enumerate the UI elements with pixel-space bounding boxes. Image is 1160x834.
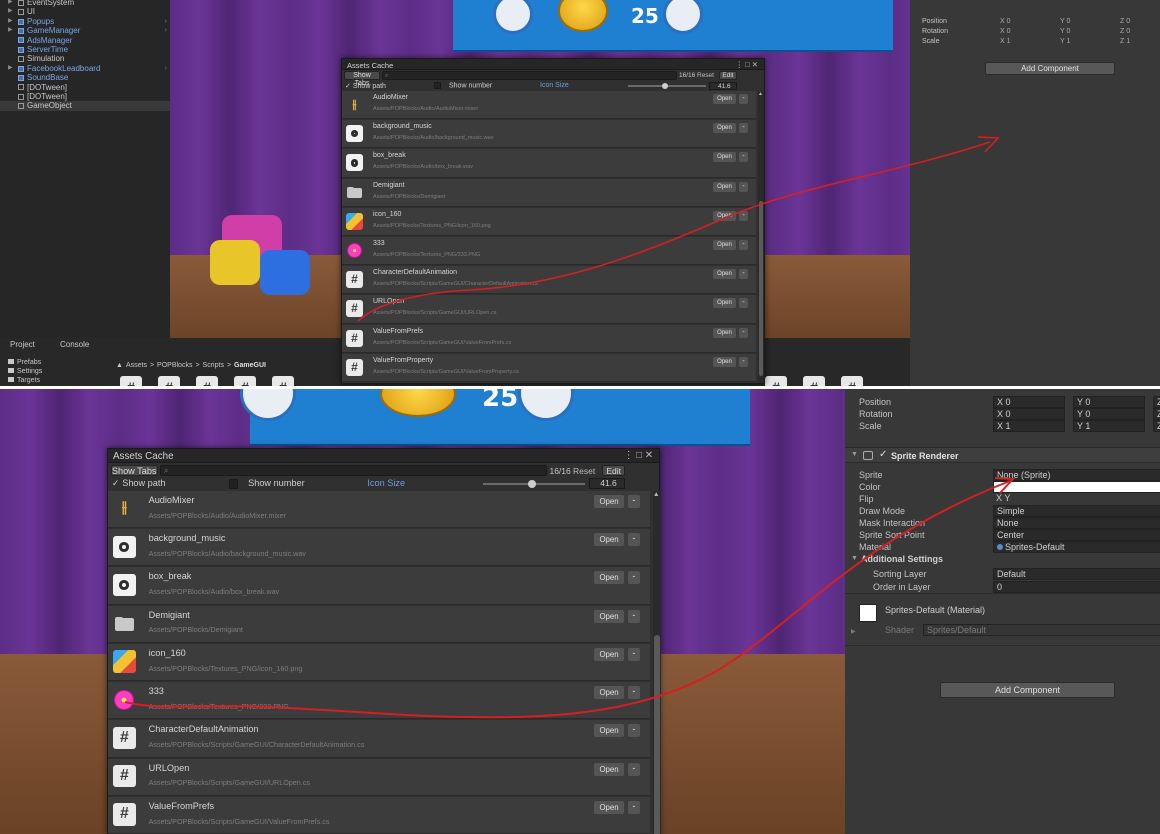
bottom-screenshot: 25 PositionX 0Y 0Z 0RotationX 0Y 0Z 0Sca… [0,389,1160,834]
top-screenshot: ▶ EventSystem ▶ UI ▶ Popups › ▶ GameManager › AdsM… [0,0,1160,386]
annotation-arrow [357,136,1000,322]
annotation-arrow [124,477,1016,719]
